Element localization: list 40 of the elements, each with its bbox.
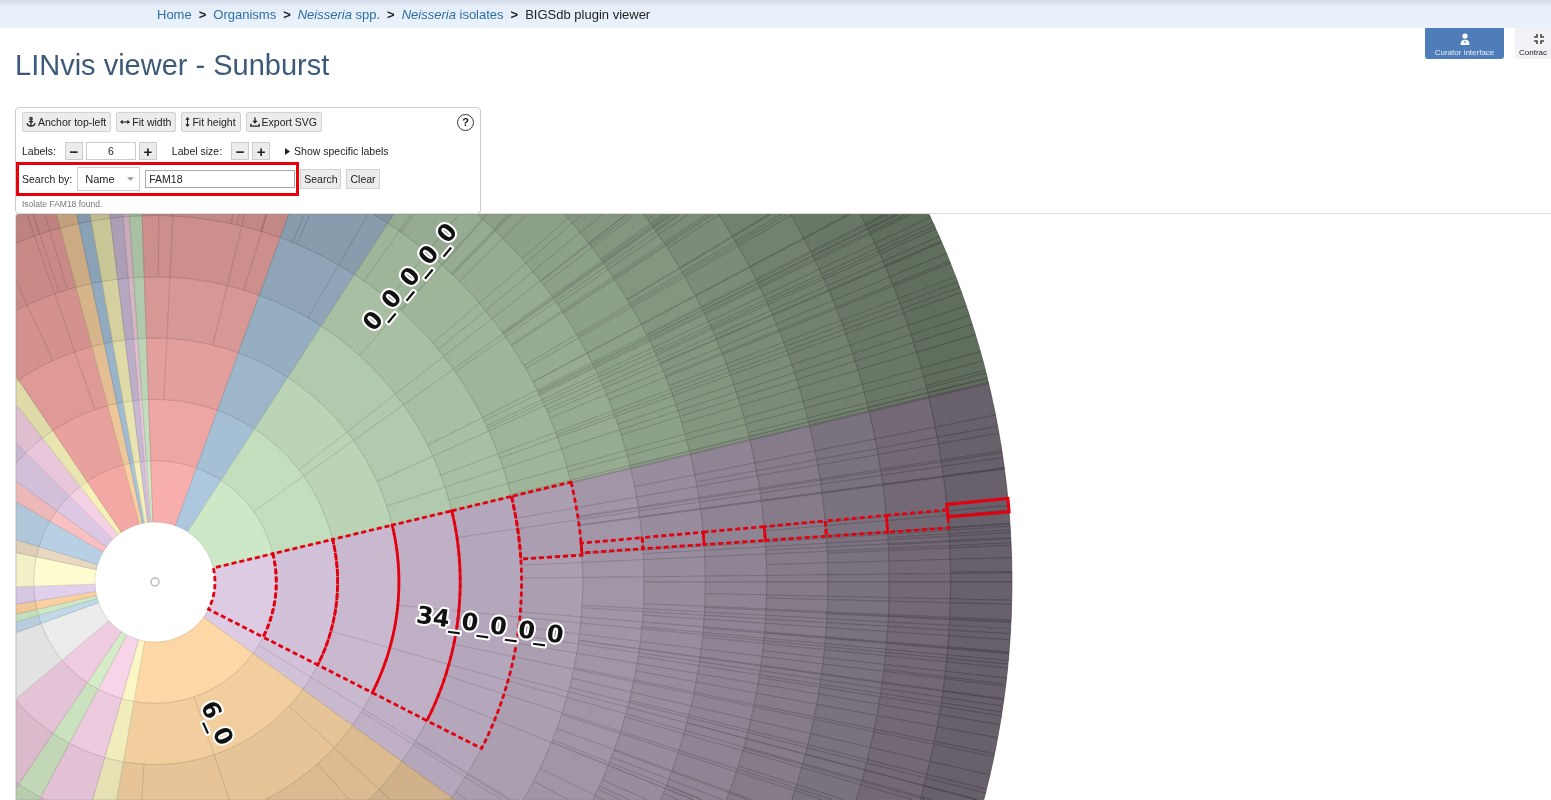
breadcrumb-current: BIGSdb plugin viewer: [525, 6, 651, 22]
horizontal-arrows-icon: [120, 117, 131, 127]
search-by-caption: Search by:: [22, 173, 73, 185]
increment-button[interactable]: +: [252, 142, 271, 160]
breadcrumb-separator: >: [283, 6, 291, 22]
search-button[interactable]: Search: [300, 169, 342, 189]
fit-height-button[interactable]: Fit height: [181, 112, 241, 132]
page-title: LINvis viewer - Sunburst: [15, 48, 330, 82]
search-by-select[interactable]: Name: [77, 167, 141, 191]
center-ring-icon: [150, 577, 160, 587]
compress-icon: [1533, 33, 1545, 45]
breadcrumb-separator: >: [387, 6, 395, 22]
labels-caption: Labels:: [22, 145, 56, 157]
breadcrumb-link[interactable]: Home: [157, 6, 192, 22]
export-svg-button[interactable]: Export SVG: [245, 112, 323, 132]
fit-width-button[interactable]: Fit width: [116, 112, 177, 132]
anchor-top-left-button[interactable]: Anchor top-left: [22, 112, 112, 132]
search-input[interactable]: FAM18: [145, 170, 296, 188]
dropdown-caret-icon: [127, 177, 135, 181]
breadcrumb-separator: >: [198, 6, 207, 22]
curator-interface-button[interactable]: Curator interface: [1425, 28, 1504, 59]
show-specific-labels-toggle[interactable]: Show specific labels: [285, 145, 389, 157]
person-icon: [1458, 33, 1471, 45]
label-size-caption: Label size:: [171, 145, 223, 157]
cluster-label: 6_0: [195, 696, 239, 750]
vertical-arrows-icon: [185, 117, 191, 127]
breadcrumb-separator: >: [510, 6, 519, 22]
increment-button[interactable]: +: [138, 142, 157, 160]
search-status-text: Isolate FAM18 found.: [22, 199, 104, 209]
labels-count-input[interactable]: 6: [85, 142, 136, 160]
breadcrumb-link[interactable]: Neisseria spp.: [297, 6, 381, 22]
help-button[interactable]: ?: [457, 113, 474, 131]
breadcrumb-link[interactable]: Organisms: [213, 6, 277, 22]
download-icon: [249, 117, 260, 127]
breadcrumb-link[interactable]: Neisseria isolates: [401, 6, 504, 22]
contract-button[interactable]: Contrac: [1515, 28, 1551, 59]
clear-button[interactable]: Clear: [346, 169, 380, 189]
decrement-button[interactable]: −: [231, 142, 250, 160]
decrement-button[interactable]: −: [64, 142, 83, 160]
anchor-icon: [26, 117, 36, 127]
